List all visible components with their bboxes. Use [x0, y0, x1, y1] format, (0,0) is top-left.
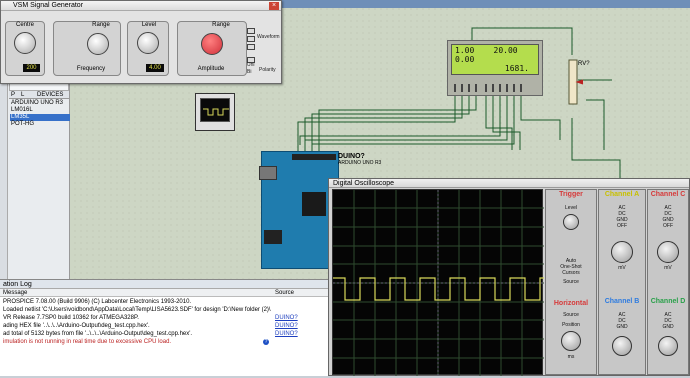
- log-source-link[interactable]: DUINO?: [275, 322, 298, 330]
- lcd-line-1: 1.00 20.00: [455, 46, 518, 55]
- channel-d-volts-knob[interactable]: [658, 336, 678, 356]
- trigger-level-knob[interactable]: [563, 214, 579, 230]
- digital-header: [292, 154, 336, 160]
- log-title: ation Log: [0, 280, 328, 289]
- channel-ab-panel: Channel A AC DC GND OFF mV Channel B AC …: [598, 189, 646, 375]
- trigger-level-label: Level: [565, 205, 577, 211]
- scope-symbol-screen: [200, 98, 230, 122]
- info-icon: ?: [263, 339, 269, 345]
- lcd-line-2: 0.00: [455, 55, 475, 64]
- pot-label: RV?: [578, 61, 590, 67]
- lcd-line-3: 1681.: [504, 64, 529, 73]
- amplitude-range-label: Range: [212, 22, 230, 28]
- amplitude-range-knob[interactable]: [201, 33, 223, 55]
- log-message: ading HEX file '..\..\..\Arduino-Output\…: [3, 323, 150, 329]
- log-row: ading HEX file '..\..\..\Arduino-Output\…: [0, 322, 328, 330]
- waveform-square-button[interactable]: [247, 44, 255, 50]
- waveform-triangle-button[interactable]: [247, 36, 255, 42]
- log-row: VR Release 7.7SP0 build 10362 for ATMEGA…: [0, 314, 328, 322]
- amplitude-label: Amplitude: [197, 66, 225, 72]
- log-message: PROSPICE 7.08.00 (Build 9906) (C) Labcen…: [3, 299, 192, 305]
- channel-c-unit: mV: [664, 265, 672, 271]
- log-message: imulation is not running in real time du…: [3, 339, 172, 345]
- waveform-sine-button[interactable]: [247, 28, 255, 34]
- level-readout: 4.00: [146, 64, 164, 72]
- scope-instrument-symbol[interactable]: [195, 93, 235, 131]
- power-jack: [264, 230, 282, 244]
- trigger-heading: Trigger: [559, 191, 583, 198]
- level-knob[interactable]: [137, 32, 159, 54]
- polarity-label: Polarity: [259, 67, 276, 73]
- log-message: VR Release 7.7SP0 build 10362 for ATMEGA…: [3, 315, 139, 321]
- log-message: Loaded netlist 'C:\Users\voidbond\AppDat…: [3, 307, 271, 313]
- oscilloscope-window[interactable]: Digital Oscilloscope Trigger Level Auto …: [328, 178, 690, 376]
- log-message-column[interactable]: Message: [3, 289, 27, 297]
- channel-a-unit: mV: [618, 265, 626, 271]
- channel-b-gnd[interactable]: GND: [599, 324, 645, 330]
- horizontal-position-label: Position: [562, 322, 580, 328]
- timebase-unit: ms: [567, 354, 575, 360]
- channel-a-volts-knob[interactable]: [611, 241, 633, 263]
- log-source-link[interactable]: DUINO?: [275, 330, 298, 338]
- log-message: ad total of 5132 bytes from file '..\..\…: [3, 331, 193, 337]
- oscilloscope-title: Digital Oscilloscope: [329, 179, 689, 188]
- range-label: Range: [92, 22, 110, 28]
- channel-d-gnd[interactable]: GND: [648, 324, 688, 330]
- bi-label: Bi: [247, 69, 252, 75]
- lcd-screen: 1.00 20.00 0.00 1681.: [451, 44, 539, 75]
- close-icon[interactable]: ×: [269, 2, 279, 10]
- channel-b-volts-knob[interactable]: [612, 336, 632, 356]
- channel-a-off[interactable]: OFF: [599, 223, 645, 229]
- trigger-panel: Trigger Level Auto One-Shot Cursors Sour…: [545, 189, 597, 375]
- uni-label: Uni: [247, 62, 255, 68]
- frequency-range-knob[interactable]: [87, 33, 109, 55]
- horizontal-source-label: Source: [563, 312, 579, 318]
- channel-c-off[interactable]: OFF: [648, 223, 688, 229]
- centre-readout: 200: [23, 64, 40, 72]
- log-source-column[interactable]: Source: [275, 289, 294, 297]
- channel-b-heading: Channel B: [604, 298, 640, 305]
- channel-a-heading: Channel A: [604, 191, 640, 198]
- log-row: ad total of 5132 bytes from file '..\..\…: [0, 330, 328, 338]
- channel-c-volts-knob[interactable]: [657, 241, 679, 263]
- log-column-header: Message Source: [0, 289, 328, 297]
- signal-generator-window[interactable]: VSM Signal Generator × Centre 200 Range …: [0, 0, 282, 84]
- level-label: Level: [141, 22, 157, 28]
- trigger-cursors-label[interactable]: Cursors: [546, 270, 596, 276]
- signal-generator-title: VSM Signal Generator: [1, 1, 281, 11]
- waveform-label: Waveform: [257, 34, 280, 40]
- oscilloscope-trace: [333, 190, 544, 376]
- arduino-sublabel: ARDUINO UNO R3: [338, 160, 382, 166]
- channel-d-heading: Channel D: [650, 298, 686, 305]
- oscilloscope-screen: [332, 189, 544, 376]
- timebase-knob[interactable]: [561, 331, 581, 351]
- channel-cd-panel: Channel C AC DC GND OFF mV Channel D AC …: [647, 189, 689, 375]
- log-row: PROSPICE 7.08.00 (Build 9906) (C) Labcen…: [0, 298, 328, 306]
- trigger-source-label: Source: [563, 279, 579, 285]
- log-row: Loaded netlist 'C:\Users\voidbond\AppDat…: [0, 306, 328, 314]
- log-source-link[interactable]: DUINO?: [275, 314, 298, 322]
- horizontal-heading: Horizontal: [553, 300, 589, 307]
- channel-c-heading: Channel C: [650, 191, 686, 198]
- mcu-chip: [302, 192, 326, 216]
- simulation-log-panel: ation Log Message Source PROSPICE 7.08.0…: [0, 279, 328, 376]
- log-row: imulation is not running in real time du…: [0, 338, 328, 346]
- frequency-label: Frequency: [76, 66, 106, 72]
- centre-knob[interactable]: [14, 32, 36, 54]
- usb-port: [259, 166, 277, 180]
- arduino-label: DUINO?: [338, 153, 365, 160]
- lcd-pins: [451, 78, 539, 92]
- centre-label: Centre: [15, 22, 34, 28]
